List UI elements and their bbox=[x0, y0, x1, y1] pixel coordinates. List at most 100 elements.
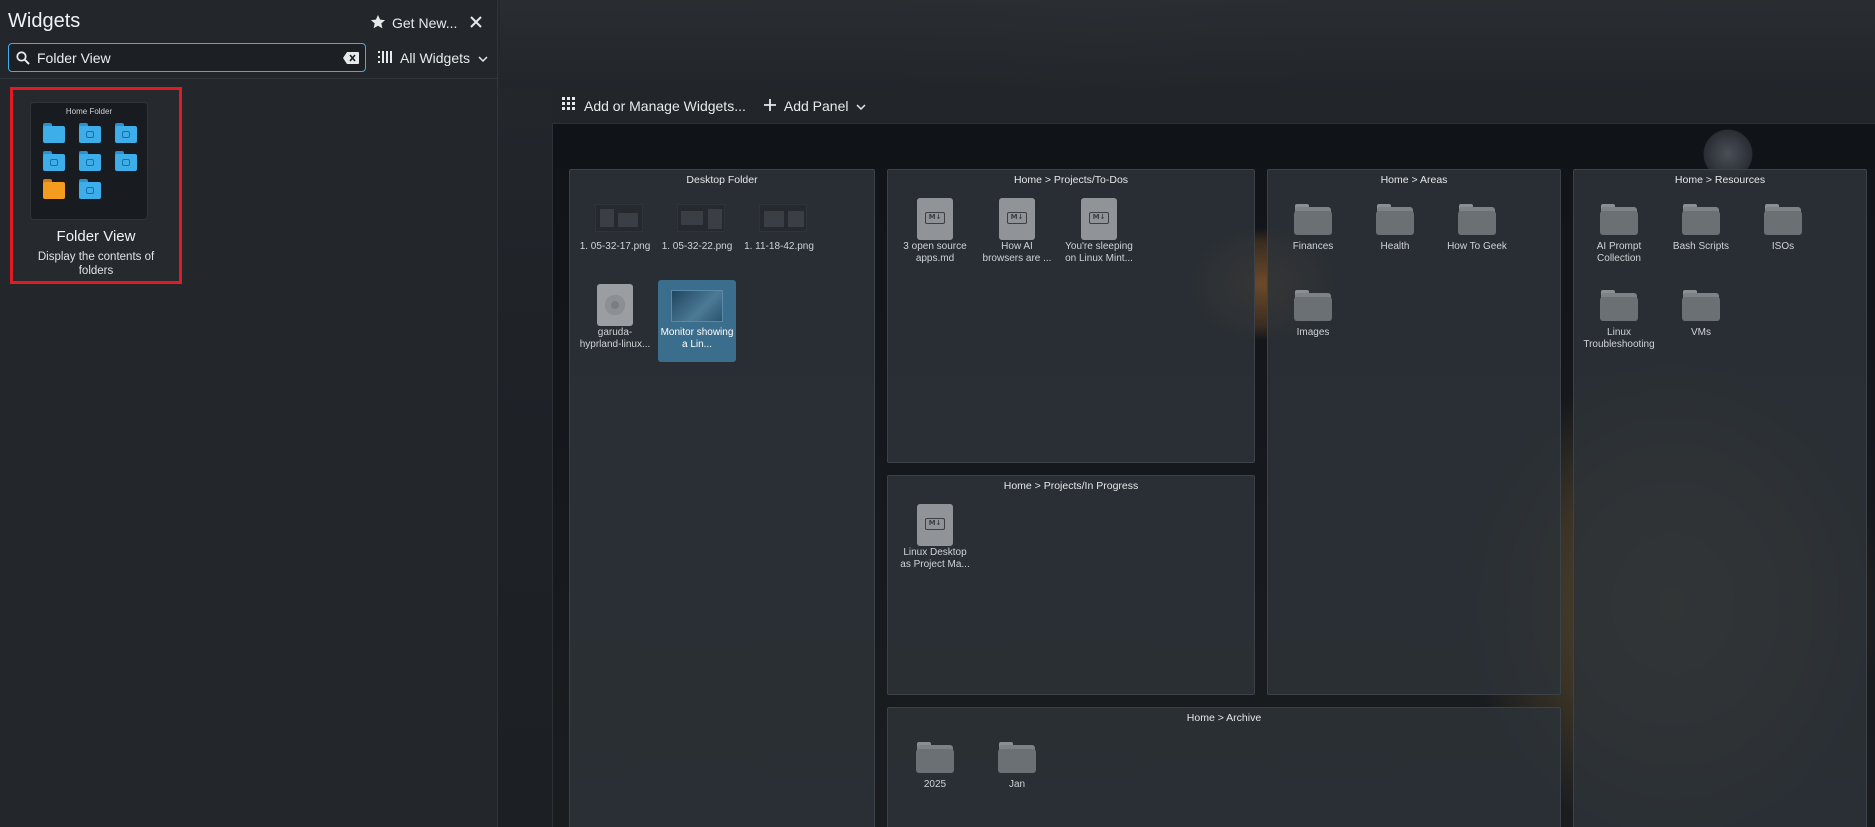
folder-label: Images bbox=[1296, 327, 1330, 338]
folder-view-title: Home > Areas bbox=[1380, 174, 1448, 186]
filter-label: All Widgets bbox=[400, 50, 471, 66]
folder-icon bbox=[43, 179, 65, 199]
folder-label: Finances bbox=[1292, 241, 1334, 252]
folder-icon bbox=[997, 736, 1037, 776]
file-label: garuda-hyprland-linux... bbox=[579, 327, 651, 350]
folder-icon bbox=[115, 123, 137, 143]
folder-item[interactable]: How To Geek bbox=[1438, 194, 1516, 276]
add-manage-label: Add or Manage Widgets... bbox=[584, 97, 746, 114]
folder-item[interactable]: VMs bbox=[1662, 280, 1740, 362]
file-item[interactable]: 1. 05-32-22.png bbox=[658, 194, 736, 276]
folder-view-archive[interactable]: Home > Archive 2025 Jan bbox=[887, 707, 1561, 827]
widget-description: Display the contents of folders bbox=[37, 251, 155, 277]
edit-mode-toolbar: Add or Manage Widgets... Add Panel bbox=[552, 88, 1875, 124]
search-input[interactable] bbox=[37, 49, 337, 66]
close-icon[interactable] bbox=[466, 12, 486, 32]
folder-label: 2025 bbox=[923, 779, 947, 790]
folder-label: Jan bbox=[1008, 779, 1026, 790]
folder-view-widget-card[interactable]: Home Folder Folder View Display the cont… bbox=[10, 87, 182, 284]
desktop-top-area bbox=[500, 0, 1875, 88]
clear-text-icon[interactable] bbox=[337, 51, 365, 64]
add-panel-label: Add Panel bbox=[783, 97, 849, 114]
folder-item[interactable]: Jan bbox=[978, 732, 1056, 814]
file-label: 1. 11-18-42.png bbox=[744, 241, 814, 252]
image-file-icon bbox=[759, 198, 807, 238]
folder-item[interactable]: Images bbox=[1274, 280, 1352, 362]
file-label: Monitor showing a Lin... bbox=[660, 327, 734, 350]
folder-label: Linux Troubleshooting bbox=[1583, 327, 1655, 350]
panel-divider bbox=[0, 78, 498, 79]
folder-icon bbox=[1681, 198, 1721, 238]
folder-item[interactable]: AI Prompt Collection bbox=[1580, 194, 1658, 276]
folder-view-title: Home > Projects/In Progress bbox=[1003, 480, 1139, 492]
file-label: How AI browsers are ... bbox=[982, 241, 1052, 264]
add-panel-button[interactable]: Add Panel bbox=[763, 97, 867, 114]
star-icon bbox=[370, 14, 386, 33]
image-file-icon bbox=[671, 284, 723, 324]
folder-view-in-progress[interactable]: Home > Projects/In Progress M↓ Linux Des… bbox=[887, 475, 1255, 695]
file-item[interactable]: M↓ You're sleeping on Linux Mint... bbox=[1060, 194, 1138, 276]
folder-icon bbox=[1681, 284, 1721, 324]
desktop-canvas: Desktop Folder 1. 05-32-17.png 1. 05-32-… bbox=[552, 124, 1875, 827]
markdown-file-icon: M↓ bbox=[997, 198, 1037, 240]
folder-icon bbox=[79, 179, 101, 199]
file-item[interactable]: 1. 11-18-42.png bbox=[740, 194, 818, 276]
file-item[interactable]: garuda-hyprland-linux... bbox=[576, 280, 654, 362]
image-file-icon bbox=[677, 198, 725, 238]
file-item[interactable]: 1. 05-32-17.png bbox=[576, 194, 654, 276]
folder-view-areas[interactable]: Home > Areas Finances Health How To Geek… bbox=[1267, 169, 1561, 695]
widget-preview: Home Folder bbox=[30, 102, 148, 220]
file-label: You're sleeping on Linux Mint... bbox=[1065, 241, 1133, 264]
widget-category-filter[interactable]: All Widgets bbox=[378, 45, 488, 71]
folder-icon bbox=[115, 151, 137, 171]
folder-icon bbox=[1763, 198, 1803, 238]
folder-label: VMs bbox=[1691, 327, 1711, 338]
folder-icon bbox=[43, 123, 65, 143]
chevron-down-icon bbox=[478, 50, 488, 66]
folder-icon bbox=[1599, 284, 1639, 324]
disc-image-icon bbox=[595, 284, 635, 326]
folder-icon bbox=[1293, 284, 1333, 324]
folder-item[interactable]: ISOs bbox=[1744, 194, 1822, 276]
grid-icon bbox=[562, 97, 576, 114]
folder-item[interactable]: Linux Troubleshooting bbox=[1580, 280, 1658, 362]
folder-view-title: Home > Projects/To-Dos bbox=[1013, 174, 1129, 186]
plus-icon bbox=[763, 98, 776, 114]
file-label: 1. 05-32-22.png bbox=[661, 241, 733, 252]
folder-label: ISOs bbox=[1771, 241, 1795, 252]
folder-icon bbox=[43, 151, 65, 171]
file-label: Linux Desktop as Project Ma... bbox=[900, 547, 970, 570]
folder-icon bbox=[915, 736, 955, 776]
file-item[interactable]: M↓ 3 open source apps.md bbox=[896, 194, 974, 276]
get-new-label: Get New... bbox=[392, 15, 458, 31]
markdown-file-icon: M↓ bbox=[915, 198, 955, 240]
add-manage-widgets-button[interactable]: Add or Manage Widgets... bbox=[562, 97, 746, 114]
file-item-selected[interactable]: Monitor showing a Lin... bbox=[658, 280, 736, 362]
folder-view-desktop[interactable]: Desktop Folder 1. 05-32-17.png 1. 05-32-… bbox=[569, 169, 875, 827]
file-item[interactable]: M↓ Linux Desktop as Project Ma... bbox=[896, 500, 974, 582]
folder-view-todos[interactable]: Home > Projects/To-Dos M↓ 3 open source … bbox=[887, 169, 1255, 463]
chevron-down-icon bbox=[856, 98, 867, 114]
widgets-panel: Widgets Get New... All Widgets Home Fold… bbox=[0, 0, 498, 827]
folder-icon bbox=[79, 151, 101, 171]
folder-item[interactable]: Finances bbox=[1274, 194, 1352, 276]
search-icon bbox=[9, 50, 37, 65]
get-new-widgets-button[interactable]: Get New... bbox=[370, 10, 457, 36]
widget-search-field[interactable] bbox=[8, 43, 366, 72]
folder-view-title: Home > Resources bbox=[1674, 174, 1766, 186]
folder-label: Health bbox=[1380, 241, 1410, 252]
folder-item[interactable]: Health bbox=[1356, 194, 1434, 276]
folder-view-resources[interactable]: Home > Resources AI Prompt Collection Ba… bbox=[1573, 169, 1867, 827]
markdown-file-icon: M↓ bbox=[915, 504, 955, 546]
widget-name: Folder View bbox=[56, 228, 136, 245]
folder-icon bbox=[79, 123, 101, 143]
folder-label: Bash Scripts bbox=[1672, 241, 1730, 252]
folder-view-title: Home > Archive bbox=[1186, 712, 1262, 724]
folder-item[interactable]: 2025 bbox=[896, 732, 974, 814]
file-item[interactable]: M↓ How AI browsers are ... bbox=[978, 194, 1056, 276]
markdown-file-icon: M↓ bbox=[1079, 198, 1119, 240]
folder-icon bbox=[1375, 198, 1415, 238]
folder-item[interactable]: Bash Scripts bbox=[1662, 194, 1740, 276]
folder-label: How To Geek bbox=[1447, 241, 1507, 252]
folder-label: AI Prompt Collection bbox=[1596, 241, 1642, 264]
